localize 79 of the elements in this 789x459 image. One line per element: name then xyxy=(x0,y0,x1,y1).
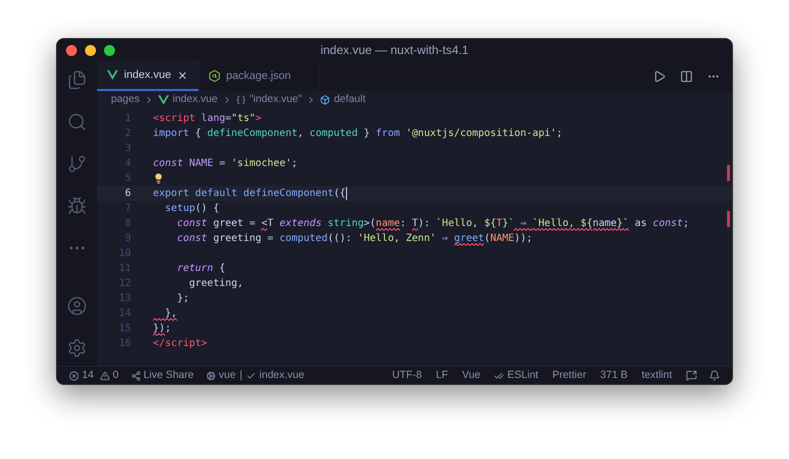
tab-label: package.json xyxy=(226,68,291,84)
code-line: const greet = <T extends string>(name: T): `Hello, ${T}` ⇒ `Hello, ${name}` as const; xyxy=(176,217,689,231)
code-line: }, xyxy=(153,306,178,321)
line-number: 7 xyxy=(124,202,132,216)
split-editor-icon[interactable] xyxy=(680,70,693,82)
feedback-icon[interactable] xyxy=(686,370,697,381)
status-item[interactable]: vue xyxy=(206,368,236,384)
account-icon[interactable] xyxy=(67,296,87,316)
status-item[interactable]: 371 B xyxy=(600,368,628,384)
code-line: </script> xyxy=(153,337,208,351)
status-item[interactable]: | xyxy=(240,368,242,384)
line-number: 8 xyxy=(124,217,132,231)
line-number: 15 xyxy=(118,322,132,336)
line-number: 6 xyxy=(124,187,132,201)
code-line: setup() { xyxy=(164,202,220,216)
code-line: }; xyxy=(176,292,190,306)
status-item[interactable]: LF xyxy=(436,368,448,384)
editor-tab[interactable]: package.json xyxy=(199,61,319,91)
line-number: 16 xyxy=(118,337,132,351)
breadcrumb-item[interactable]: pages xyxy=(111,92,140,108)
zoom-window-button[interactable] xyxy=(104,44,115,56)
breadcrumb-item[interactable]: default xyxy=(320,92,366,108)
symbol-icon xyxy=(320,95,330,105)
warning-icon xyxy=(100,370,110,380)
tab-label: index.vue xyxy=(124,68,172,83)
vue-icon xyxy=(158,95,169,105)
source-control-icon[interactable] xyxy=(67,154,87,174)
breadcrumb-item[interactable]: index.vue xyxy=(158,92,218,108)
line-number: 3 xyxy=(124,142,132,156)
close-window-button[interactable] xyxy=(66,44,77,56)
status-item[interactable]: Vue xyxy=(462,368,480,384)
line-number: 14 xyxy=(118,307,132,321)
lightbulb-icon[interactable] xyxy=(153,173,164,184)
line-number: 9 xyxy=(124,232,132,246)
error-marker xyxy=(727,165,730,181)
line-number: 4 xyxy=(124,157,132,171)
breadcrumb-item[interactable]: "index.vue" xyxy=(236,92,302,108)
window-title: index.vue — nuxt-with-ts4.1 xyxy=(320,42,469,59)
settings-icon[interactable] xyxy=(67,338,87,358)
code-line: const greeting = computed((): 'Hello, Zenn' ⇒ greet(NAME)); xyxy=(176,232,532,246)
status-item[interactable]: textlint xyxy=(642,368,672,384)
code-line: greeting, xyxy=(188,277,244,291)
gear-icon xyxy=(206,370,216,380)
status-item[interactable]: Live Share xyxy=(130,368,194,384)
files-icon[interactable] xyxy=(67,70,87,90)
status-item[interactable]: ESLint xyxy=(494,368,538,384)
code-line: import { defineComponent, computed } from '@nuxtjs/composition-api'; xyxy=(153,127,562,141)
errors-status[interactable]: 14 0 xyxy=(69,368,119,384)
line-number: 2 xyxy=(124,127,132,141)
code-line: }); xyxy=(153,322,172,336)
line-number: 10 xyxy=(118,247,132,261)
code-line: <script lang="ts"> xyxy=(153,112,262,126)
run-icon[interactable] xyxy=(653,70,666,82)
braces-icon xyxy=(236,95,246,105)
editor-tab[interactable]: index.vue xyxy=(97,61,200,91)
close-icon[interactable] xyxy=(177,70,188,80)
error-marker xyxy=(727,211,730,227)
status-item[interactable]: index.vue xyxy=(246,368,304,384)
check-icon xyxy=(246,370,256,380)
debug-icon[interactable] xyxy=(67,196,87,216)
status-item[interactable]: UTF-8 xyxy=(392,368,422,384)
line-number: 5 xyxy=(124,172,132,186)
bell-icon[interactable] xyxy=(709,370,720,381)
error-icon xyxy=(69,370,79,380)
text-cursor xyxy=(346,187,347,200)
status-item[interactable]: Prettier xyxy=(552,368,586,384)
code-line: export default defineComponent({ xyxy=(153,187,346,201)
line-number: 12 xyxy=(118,277,132,291)
line-number: 11 xyxy=(118,262,132,276)
minimize-window-button[interactable] xyxy=(85,44,96,56)
vue-icon xyxy=(107,70,118,80)
code-line: return { xyxy=(176,262,226,276)
double-check-icon xyxy=(494,370,504,380)
share-icon xyxy=(130,370,141,380)
search-icon[interactable] xyxy=(67,112,87,132)
line-number: 1 xyxy=(124,112,132,126)
node-icon xyxy=(209,70,220,82)
line-number: 13 xyxy=(118,292,132,306)
code-line: const NAME = 'simochee'; xyxy=(153,157,298,171)
